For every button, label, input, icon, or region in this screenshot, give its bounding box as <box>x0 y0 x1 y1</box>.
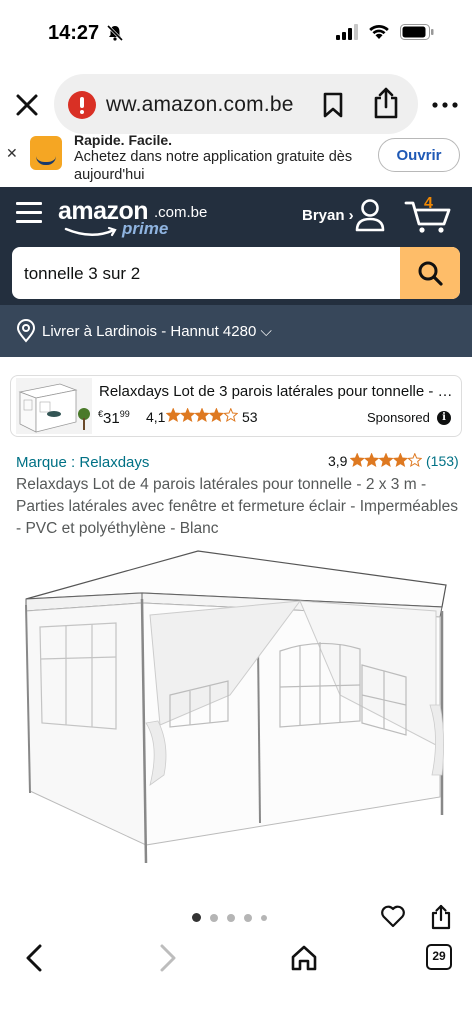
star-icon <box>208 408 225 423</box>
sponsored-review-count[interactable]: 53 <box>242 409 258 425</box>
sponsored-label: Sponsored <box>367 410 430 425</box>
location-pin-icon <box>16 319 36 343</box>
heart-icon[interactable] <box>380 904 406 928</box>
carousel-dot[interactable] <box>210 913 218 922</box>
back-icon[interactable] <box>24 944 44 972</box>
image-carousel-indicator[interactable] <box>192 913 267 922</box>
star-icon <box>194 408 210 423</box>
search-input-value[interactable]: tonnelle 3 sur 2 <box>24 264 140 284</box>
delivery-location-text[interactable]: Livrer à Lardinois - Hannut 4280 ⌵ <box>42 323 272 340</box>
info-icon[interactable]: i <box>437 411 451 425</box>
promo-title: Rapide. Facile. <box>74 132 173 148</box>
status-bar: 14:27 <box>0 0 472 68</box>
star-icon <box>363 453 380 468</box>
warning-icon[interactable] <box>68 91 96 119</box>
star-icon <box>179 408 196 423</box>
sponsored-rating-value: 4,1 <box>146 409 166 425</box>
sponsored-product-title[interactable]: Relaxdays Lot de 3 parois latérales pour… <box>99 383 455 400</box>
more-icon[interactable] <box>432 102 458 108</box>
search-button[interactable] <box>400 247 460 299</box>
battery-icon <box>400 24 434 40</box>
prime-logo: prime <box>122 219 169 238</box>
carousel-dot[interactable] <box>192 913 201 922</box>
star-icon <box>350 453 365 468</box>
sponsored-product-thumbnail[interactable] <box>16 378 92 434</box>
share-product-icon[interactable] <box>430 904 452 930</box>
star-icon <box>392 453 409 468</box>
tabs-count-icon[interactable]: 29 <box>426 944 452 970</box>
product-title: Relaxdays Lot de 4 parois latérales pour… <box>16 476 458 537</box>
account-link[interactable]: Bryan › <box>302 207 354 224</box>
amazon-app-icon <box>30 136 62 170</box>
brand-link[interactable]: Marque : Relaxdays <box>16 454 149 471</box>
signal-icon <box>336 24 358 40</box>
carousel-dot[interactable] <box>227 913 235 922</box>
wifi-icon <box>369 24 389 39</box>
product-star-rating[interactable] <box>350 453 422 468</box>
promo-text: Achetez dans notre application gratuite … <box>74 149 353 183</box>
amazon-smile-icon <box>64 226 117 237</box>
bookmark-icon[interactable] <box>322 92 344 118</box>
star-icon <box>378 453 394 468</box>
user-icon[interactable] <box>354 198 386 232</box>
close-icon[interactable] <box>12 90 42 120</box>
carousel-dot[interactable] <box>244 913 252 922</box>
menu-icon[interactable] <box>16 202 42 224</box>
cart-count-badge: 4 <box>424 195 433 212</box>
product-review-count[interactable]: (153) <box>426 453 459 469</box>
promo-close-icon[interactable]: ✕ <box>6 145 18 162</box>
url-text[interactable]: ww.amazon.com.be <box>106 93 294 117</box>
browser-bottom-nav <box>0 932 472 1024</box>
open-app-button[interactable]: Ouvrir <box>378 138 460 172</box>
share-icon[interactable] <box>372 86 400 120</box>
status-time: 14:27 <box>48 22 100 44</box>
forward-icon[interactable] <box>158 944 178 972</box>
star-icon <box>407 453 422 468</box>
search-icon <box>418 261 443 286</box>
product-image[interactable] <box>0 545 472 905</box>
star-icon <box>223 408 238 423</box>
home-icon[interactable] <box>290 944 318 972</box>
sponsored-star-rating <box>166 408 238 423</box>
star-icon <box>166 408 181 423</box>
sponsored-product-price: €3199 <box>98 409 130 427</box>
bell-muted-icon <box>106 24 124 42</box>
product-rating-value: 3,9 <box>328 453 348 469</box>
carousel-dot[interactable] <box>261 914 267 921</box>
